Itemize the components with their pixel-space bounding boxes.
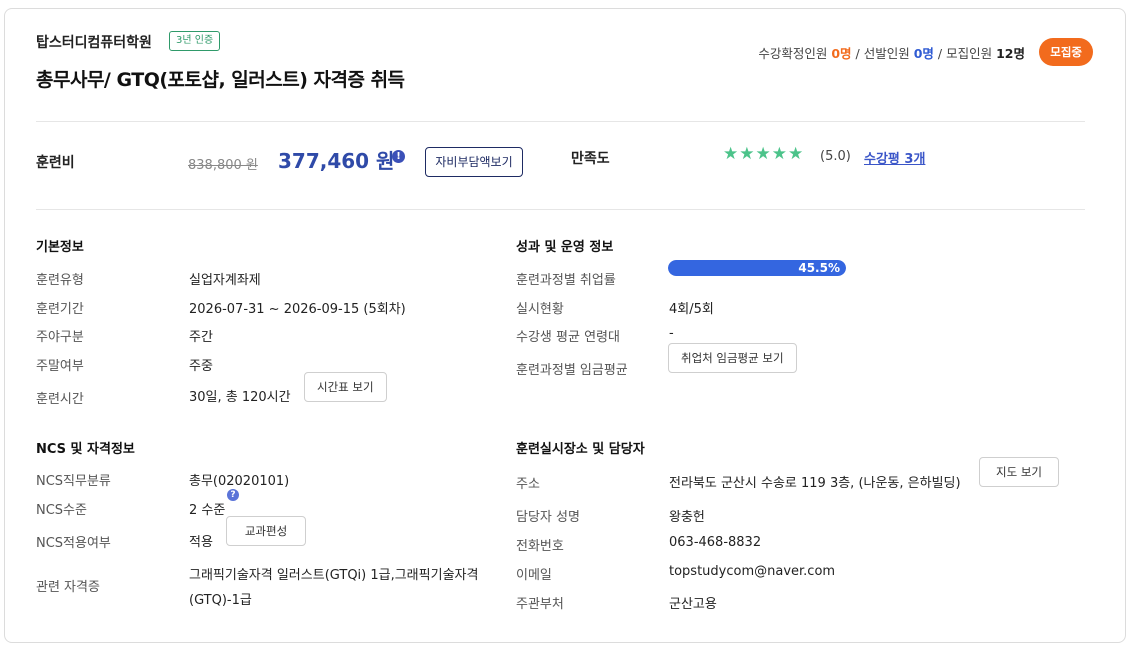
- course-title: 총무사무/ GTQ(포토샵, 일러스트) 자격증 취득: [36, 69, 405, 91]
- office-value: 군산고용: [669, 597, 717, 612]
- wage-average-button[interactable]: 취업처 임금평균 보기: [668, 343, 797, 373]
- info-value: 30일, 총 120시간: [189, 390, 291, 405]
- ncs-apply-value: 적용: [189, 535, 213, 550]
- curriculum-button[interactable]: 교과편성: [226, 516, 306, 546]
- map-button[interactable]: 지도 보기: [979, 457, 1059, 487]
- info-label: 훈련시간: [36, 392, 84, 407]
- info-label: 주말여부: [36, 359, 84, 374]
- info-label: 주야구분: [36, 330, 84, 345]
- info-value: 실업자계좌제: [189, 273, 261, 288]
- info-value: 2026-07-31 ~ 2026-09-15 (5회차): [189, 302, 406, 317]
- institute-name[interactable]: 탑스터디컴퓨터학원: [36, 32, 152, 52]
- status-badge: 모집중: [1039, 38, 1093, 66]
- ncs-level-value: 2 수준: [189, 503, 226, 518]
- address-value: 전라북도 군산시 수송로 119 3층, (나운동, 은하빌딩): [669, 476, 961, 491]
- ncs-class-value: 총무(02020101): [189, 474, 290, 489]
- manager-value: 왕충헌: [669, 510, 705, 525]
- satisfaction-label: 만족도: [571, 151, 610, 167]
- performance-title: 성과 및 운영 정보: [516, 240, 614, 255]
- info-value: 주중: [189, 359, 213, 374]
- divider: [36, 209, 1085, 210]
- rating-value: (5.0): [820, 149, 851, 164]
- info-label: 훈련기간: [36, 302, 84, 317]
- wage-label: 훈련과정별 임금평균: [516, 363, 628, 378]
- cert-value-line1: 그래픽기술자격 일러스트(GTQi) 1급,그래픽기술자격: [189, 568, 479, 583]
- ncs-class-label: NCS직무분류: [36, 474, 111, 489]
- address-label: 주소: [516, 477, 540, 492]
- age-value: -: [669, 326, 674, 341]
- selfpay-button[interactable]: 자비부담액보기: [425, 147, 523, 177]
- selected-value: 0명: [913, 46, 934, 61]
- timetable-button[interactable]: 시간표 보기: [304, 372, 387, 402]
- star-rating-icon: ★★★★★: [723, 144, 805, 164]
- fee-label: 훈련비: [36, 155, 75, 171]
- status-value: 4회/5회: [669, 302, 714, 317]
- age-label: 수강생 평균 연령대: [516, 330, 620, 345]
- confirmed-label: 수강확정인원: [758, 46, 828, 61]
- ncs-level-label: NCS수준: [36, 503, 87, 518]
- info-icon[interactable]: !: [392, 150, 405, 163]
- review-link[interactable]: 수강평 3개: [864, 148, 925, 167]
- office-label: 주관부처: [516, 597, 564, 612]
- recruit-value: 12명: [996, 46, 1025, 61]
- original-price: 838,800 원: [188, 158, 258, 173]
- employment-rate: 45.5%: [798, 261, 840, 275]
- phone-value: 063-468-8832: [669, 535, 762, 550]
- certification-badge: 3년 인증: [169, 31, 221, 51]
- employment-label: 훈련과정별 취업률: [516, 273, 616, 288]
- phone-label: 전화번호: [516, 539, 564, 554]
- info-value: 주간: [189, 330, 213, 345]
- selected-label: 선발인원: [863, 46, 910, 61]
- enrollment-counts: 수강확정인원 0명 / 선발인원 0명 / 모집인원 12명: [758, 43, 1025, 62]
- divider: [36, 121, 1085, 122]
- confirmed-value: 0명: [831, 46, 852, 61]
- separator: /: [937, 46, 943, 61]
- status-label: 실시현황: [516, 302, 564, 317]
- basic-info-title: 기본정보: [36, 240, 84, 255]
- ncs-apply-label: NCS적용여부: [36, 536, 111, 551]
- discounted-price: 377,460 원: [278, 149, 395, 173]
- manager-label: 담당자 성명: [516, 510, 580, 525]
- info-label: 훈련유형: [36, 273, 84, 288]
- recruit-label: 모집인원: [946, 46, 993, 61]
- help-icon[interactable]: ?: [227, 489, 239, 501]
- location-title: 훈련실시장소 및 담당자: [516, 442, 645, 457]
- cert-label: 관련 자격증: [36, 580, 100, 595]
- cert-value-line2: (GTQ)-1급: [189, 593, 252, 608]
- separator: /: [855, 46, 860, 61]
- email-value: topstudycom@naver.com: [669, 564, 836, 579]
- ncs-title: NCS 및 자격정보: [36, 442, 135, 457]
- email-label: 이메일: [516, 568, 552, 583]
